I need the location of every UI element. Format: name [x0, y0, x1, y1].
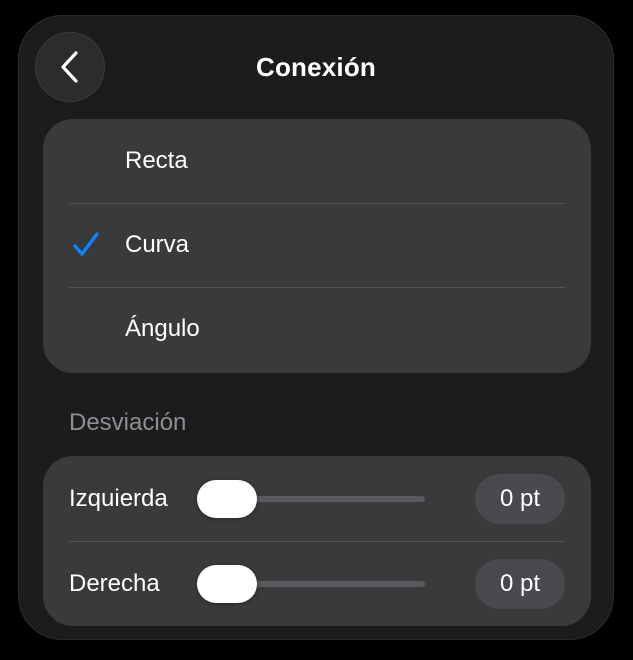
option-label: Recta	[125, 147, 188, 174]
offset-right-label: Derecha	[69, 569, 160, 597]
connection-popover: Conexión Recta Curva Ángulo Desviación I…	[18, 15, 614, 640]
section-label-desviacion: Desviación	[69, 409, 187, 436]
offset-left-slider-thumb[interactable]	[197, 479, 257, 518]
offset-left-label: Izquierda	[69, 484, 168, 512]
option-label: Curva	[125, 231, 190, 258]
offset-right-slider[interactable]	[197, 564, 425, 603]
option-curva[interactable]: Curva	[43, 203, 591, 287]
option-label: Ángulo	[125, 315, 200, 342]
offset-left-value-field[interactable]: 0 pt	[475, 473, 565, 524]
option-recta[interactable]: Recta	[43, 119, 591, 203]
connection-options-list: Recta Curva Ángulo	[43, 119, 591, 373]
offset-right-value-field[interactable]: 0 pt	[475, 558, 565, 609]
offset-left-row: Izquierda 0 pt	[43, 456, 591, 541]
offset-left-slider[interactable]	[197, 479, 425, 518]
offset-right-row: Derecha 0 pt	[43, 541, 591, 626]
offset-right-slider-thumb[interactable]	[197, 564, 257, 603]
option-angulo[interactable]: Ángulo	[43, 287, 591, 371]
page-title: Conexión	[255, 52, 377, 82]
offset-controls: Izquierda 0 pt Derecha 0 pt	[43, 456, 591, 626]
checkmark-icon	[73, 232, 99, 256]
